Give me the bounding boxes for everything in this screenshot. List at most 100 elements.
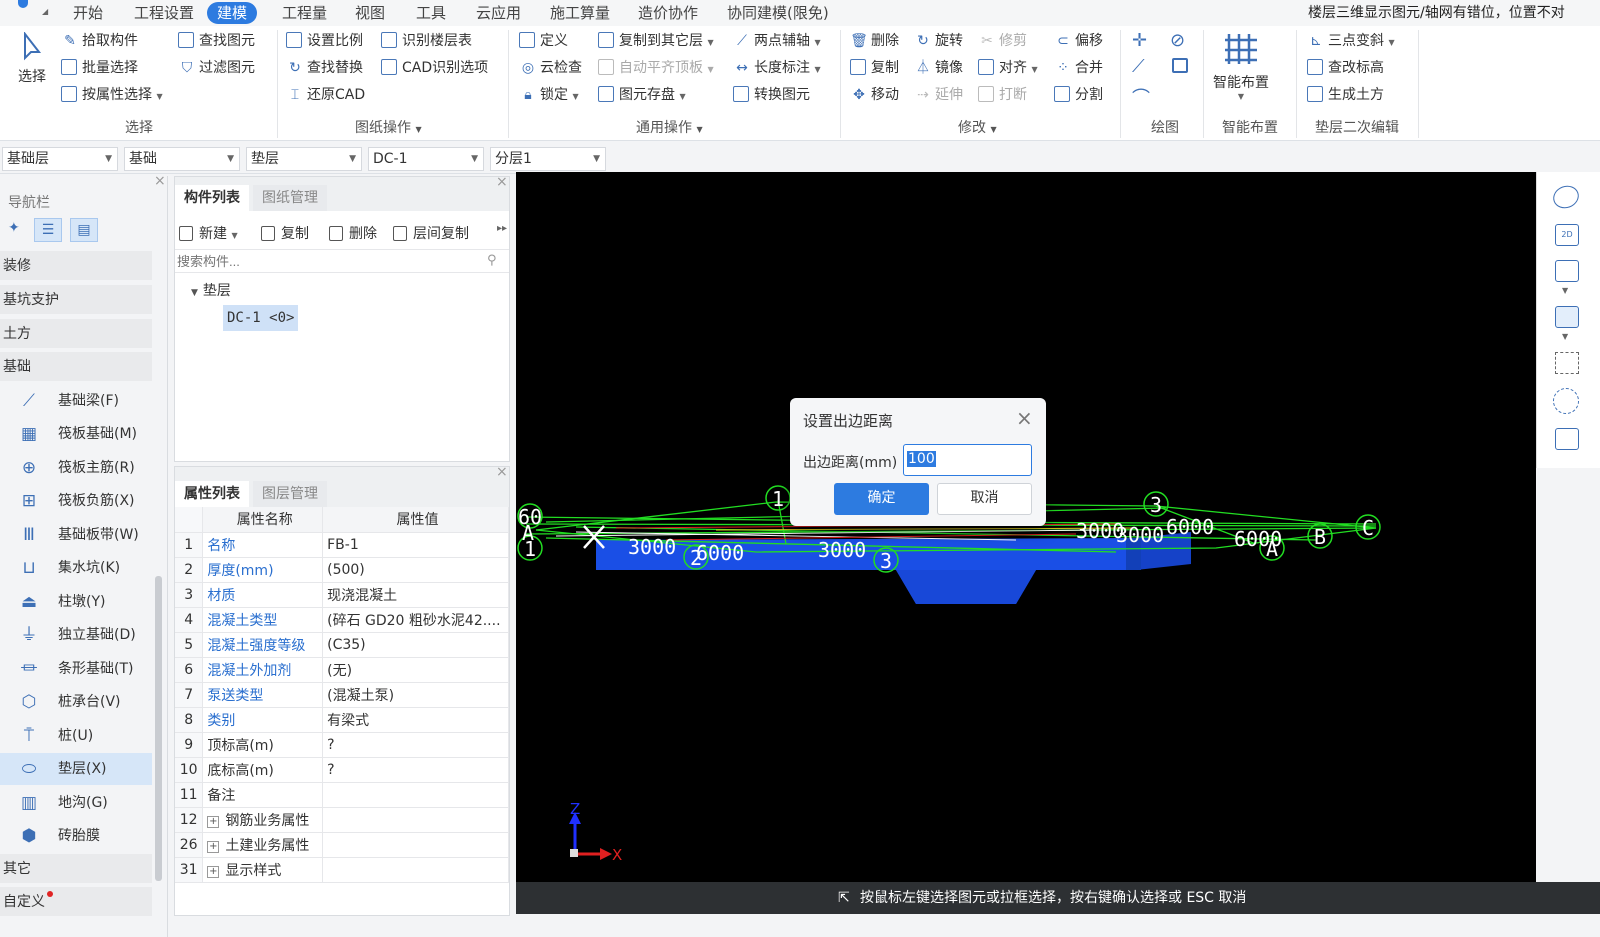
fullscreen-icon[interactable] bbox=[1555, 352, 1579, 374]
batch-select-button[interactable]: 批量选择 bbox=[61, 58, 138, 78]
nav-item-sump[interactable]: ⊔ 集水坑(K) bbox=[0, 552, 152, 584]
rotate-point-icon[interactable]: ⊘ bbox=[1170, 30, 1185, 51]
menu-cloud[interactable]: 云应用 bbox=[476, 2, 521, 24]
arc-icon[interactable]: ⌒ bbox=[1132, 84, 1150, 110]
table-row[interactable]: 8 类别 有梁式 bbox=[175, 707, 509, 733]
select-by-attr-button[interactable]: 按属性选择 ▼ bbox=[61, 85, 163, 105]
copy-button[interactable]: 复制 bbox=[850, 58, 899, 78]
view-3d-icon[interactable] bbox=[1555, 260, 1579, 282]
collapse-icon[interactable]: ▼ bbox=[191, 288, 198, 298]
menu-construction[interactable]: 施工算量 bbox=[550, 2, 610, 24]
search-icon[interactable]: ⚲ bbox=[487, 253, 497, 268]
close-icon[interactable]: × bbox=[496, 174, 508, 190]
nav-item-pile[interactable]: ⍑ 桩(U) bbox=[0, 720, 152, 752]
type-select[interactable]: 垫层 ▼ bbox=[246, 147, 362, 171]
nav-item-strip-footing[interactable]: ⏛ 条形基础(T) bbox=[0, 653, 152, 685]
property-value[interactable]: (无) bbox=[322, 657, 509, 683]
nav-item-foundation-beam[interactable]: ⟋ 基础梁(F) bbox=[0, 385, 152, 417]
property-value[interactable]: 现浇混凝土 bbox=[322, 582, 509, 608]
table-row[interactable]: 2 厚度(mm) (500) bbox=[175, 557, 509, 583]
mirror-button[interactable]: ⏃ 镜像 bbox=[914, 58, 963, 78]
property-value[interactable]: FB-1 bbox=[322, 532, 509, 558]
lock-button[interactable]: 🔒︎ 锁定 ▼ bbox=[519, 85, 578, 105]
table-row[interactable]: 6 混凝土外加剂 (无) bbox=[175, 657, 509, 683]
table-row[interactable]: 11 备注 bbox=[175, 782, 509, 808]
three-point-slope-button[interactable]: ⊾ 三点变斜 ▼ bbox=[1307, 31, 1394, 51]
property-value[interactable] bbox=[322, 807, 509, 833]
delete-button[interactable]: 🗑︎ 删除 bbox=[850, 31, 899, 51]
menu-modeling[interactable]: 建模 bbox=[207, 2, 258, 24]
restore-cad-button[interactable]: ⌶ 还原CAD bbox=[286, 85, 365, 105]
table-row[interactable]: 4 混凝土类型 (碎石 GD20 粗砂水泥42.... bbox=[175, 607, 509, 633]
nav-item-cushion[interactable]: ⬭ 垫层(X) bbox=[0, 753, 152, 785]
nav-category-pit-support[interactable]: 基坑支护 bbox=[0, 285, 152, 315]
view-2d-icon[interactable]: 2D bbox=[1555, 224, 1579, 246]
set-scale-button[interactable]: 设置比例 bbox=[286, 31, 363, 51]
nav-item-trench[interactable]: ▥ 地沟(G) bbox=[0, 787, 152, 819]
nav-item-slab-strip[interactable]: Ⅲ 基础板带(W) bbox=[0, 519, 152, 551]
define-button[interactable]: 定义 bbox=[519, 31, 568, 51]
close-icon[interactable]: × bbox=[496, 464, 508, 480]
move-button[interactable]: ✥ 移动 bbox=[850, 85, 899, 105]
more-icon[interactable]: ▸▸ bbox=[497, 223, 507, 234]
filter-element-button[interactable]: ⛉ 过滤图元 bbox=[178, 58, 255, 78]
rectangle-icon[interactable] bbox=[1172, 58, 1188, 73]
nav-item-pile-cap[interactable]: ⬡ 桩承台(V) bbox=[0, 686, 152, 718]
new-component-button[interactable]: 新建 ▼ bbox=[179, 223, 238, 243]
expand-icon[interactable]: + bbox=[207, 865, 220, 878]
generate-earthwork-button[interactable]: 生成土方 bbox=[1307, 85, 1384, 105]
nav-item-raft-neg-bar[interactable]: ⊞ 筏板负筋(X) bbox=[0, 485, 152, 517]
rotate-button[interactable]: ↻ 旋转 bbox=[914, 31, 963, 51]
table-row[interactable]: 5 混凝土强度等级 (C35) bbox=[175, 632, 509, 658]
floor-copy-button[interactable]: 层间复制 bbox=[393, 223, 469, 243]
length-dim-button[interactable]: ↔ 长度标注 ▼ bbox=[733, 58, 820, 78]
property-view-icon[interactable] bbox=[1555, 428, 1579, 450]
property-value[interactable] bbox=[322, 782, 509, 808]
nav-item-isolated-footing[interactable]: ⏚ 独立基础(D) bbox=[0, 619, 152, 651]
auto-align-top-button[interactable]: 自动平齐顶板 ▼ bbox=[598, 58, 714, 78]
select-big-button[interactable]: 选择 bbox=[10, 31, 54, 94]
menu-tools[interactable]: 工具 bbox=[416, 2, 446, 24]
solid-view-icon[interactable] bbox=[1555, 306, 1579, 328]
table-row[interactable]: 10 底标高(m)? bbox=[175, 757, 509, 783]
copy-component-button[interactable]: 复制 bbox=[261, 223, 309, 243]
search-input[interactable] bbox=[175, 250, 475, 272]
offset-button[interactable]: ⊂ 偏移 bbox=[1054, 31, 1103, 51]
chevron-down-icon[interactable]: ▼ bbox=[1562, 332, 1568, 341]
expand-icon[interactable]: + bbox=[207, 840, 220, 853]
table-row[interactable]: 1 名称 FB-1 bbox=[175, 532, 509, 558]
property-value[interactable]: 有梁式 bbox=[322, 707, 509, 733]
tree-root[interactable]: ▼ 垫层 bbox=[191, 280, 231, 300]
model-canvas[interactable]: 3000 6000 3000 6000 6000 3000 3000 1 2 3… bbox=[516, 172, 1536, 882]
table-row[interactable]: 9 顶标高(m)? bbox=[175, 732, 509, 758]
trim-button[interactable]: ✂ 修剪 bbox=[978, 31, 1027, 51]
ok-button[interactable]: 确定 bbox=[834, 483, 929, 515]
component-select[interactable]: DC-1 ▼ bbox=[368, 147, 484, 171]
expand-icon[interactable]: + bbox=[207, 815, 220, 828]
distance-value[interactable]: 100 bbox=[907, 451, 936, 467]
pick-component-button[interactable]: ✎ 拾取构件 bbox=[61, 31, 138, 51]
tab-layer-manage[interactable]: 图层管理 bbox=[253, 481, 327, 507]
property-value[interactable]: (500) bbox=[322, 557, 509, 583]
menu-view[interactable]: 视图 bbox=[355, 2, 385, 24]
close-icon[interactable]: × bbox=[154, 173, 166, 189]
cancel-button[interactable]: 取消 bbox=[937, 483, 1032, 515]
tab-component-list[interactable]: 构件列表 bbox=[175, 185, 249, 211]
cloud-check-button[interactable]: ◎ 云检查 bbox=[519, 58, 582, 78]
nav-category-other[interactable]: 其它 bbox=[0, 854, 152, 884]
point-icon[interactable]: ✛ bbox=[1132, 30, 1147, 51]
nav-category-earthwork[interactable]: 土方 bbox=[0, 319, 152, 349]
cad-options-button[interactable]: CAD识别选项 bbox=[381, 58, 488, 78]
menu-start[interactable]: 开始 bbox=[73, 2, 103, 24]
nav-category-custom[interactable]: 自定义 bbox=[0, 887, 152, 917]
group-common-ops[interactable]: 通用操作 ▼ bbox=[636, 117, 703, 137]
3d-viewport[interactable]: 3000 6000 3000 6000 6000 3000 3000 1 2 3… bbox=[516, 172, 1536, 882]
line-icon[interactable]: ⟋ bbox=[1132, 56, 1145, 77]
orbit-icon[interactable] bbox=[1550, 182, 1582, 212]
menu-project-settings[interactable]: 工程设置 bbox=[134, 2, 194, 24]
nav-category-decoration[interactable]: 装修 bbox=[0, 251, 152, 281]
convert-element-button[interactable]: 转换图元 bbox=[733, 85, 810, 105]
nav-scrollbar[interactable] bbox=[155, 576, 162, 881]
find-element-button[interactable]: 查找图元 bbox=[178, 31, 255, 51]
merge-button[interactable]: ⁘ 合并 bbox=[1054, 58, 1103, 78]
